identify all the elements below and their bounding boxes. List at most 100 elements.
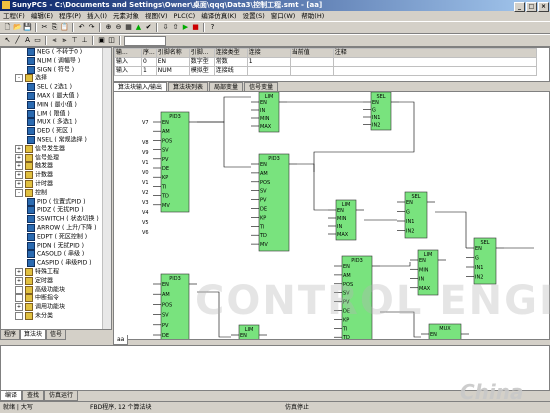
align-left-icon[interactable]: ⫷ [50,36,59,45]
tree-item[interactable]: + 定时器 [1,276,111,286]
pointer-icon[interactable]: ↖ [3,36,12,45]
expand-icon[interactable]: + [15,153,23,162]
tree-item[interactable]: 未分类 [1,311,111,321]
fbd-block-lim[interactable]: LIMENMININMAX [328,199,364,241]
cut-icon[interactable]: ✂ [40,23,49,32]
fbd-block-lim[interactable]: LIMENINMINMAX [251,92,287,133]
menu-elements[interactable]: 元素对象 [110,11,142,21]
tree-item[interactable]: LIM ( 限值 ) [1,109,111,119]
new-icon[interactable]: 🗋 [3,23,12,32]
menu-window[interactable]: 窗口(W) [268,11,299,21]
fbd-block-pid[interactable]: PID3ENAMPOSSVPVDEKPTITDMV [153,273,197,340]
expand-icon[interactable] [15,294,23,303]
pin-table[interactable]: 输... 序... 引脚名称 引脚... 连接类型 连接 当前值 注释 输入 0 E… [113,47,550,82]
tab-compile[interactable]: 编译 [0,391,23,401]
menu-help[interactable]: 帮助(H) [298,11,327,21]
col-header[interactable]: 序... [141,48,157,58]
menu-edit[interactable]: 编辑(E) [28,11,56,21]
col-header[interactable]: 连接类型 [213,48,248,58]
align-top-icon[interactable]: ⊤ [70,36,79,45]
table-row[interactable]: 输入 1 NUM 模拟型 连接线 [114,66,537,76]
expand-icon[interactable] [15,311,23,320]
var-icon[interactable]: ◫ [107,36,116,45]
tree-item[interactable]: CASOLD ( 串级 ) [1,250,111,259]
block-type-combo[interactable] [124,36,166,46]
fbd-block-sel[interactable]: SELENGIN1IN2 [363,92,399,131]
col-header[interactable]: 引脚... [188,48,215,58]
tree-item[interactable]: NSEL ( 常规选择 ) [1,135,111,145]
tree-item[interactable]: + 信号发生器 [1,144,111,154]
tree-item[interactable]: + 特殊工程 [1,267,111,277]
tree-item[interactable]: CASPID ( 串级PID ) [1,259,111,268]
expand-icon[interactable]: + [15,267,23,276]
undo-icon[interactable]: ↶ [77,23,86,32]
tree-item[interactable]: SIGN ( 符号 ) [1,65,111,75]
expand-icon[interactable]: + [15,144,23,153]
expand-icon[interactable]: + [15,162,23,171]
download-icon[interactable]: ⇩ [161,23,170,32]
tree-item[interactable]: SEL ( 2选1 ) [1,83,111,92]
tree-item[interactable]: + 触发器 [1,162,111,171]
help-icon[interactable]: ? [208,23,217,32]
tree-item[interactable]: 高级功能块 [1,285,111,295]
menu-program[interactable]: 程序(P) [56,11,84,21]
expand-icon[interactable]: + [15,171,23,180]
zoom-out-icon[interactable]: ⊖ [114,23,123,32]
tree-item[interactable]: - 选择 [1,74,111,83]
tree-item[interactable]: + 信号处理 [1,153,111,163]
tab-signals[interactable]: 信号 [46,330,67,340]
menu-plc[interactable]: PLC(C) [171,11,199,21]
fbd-block-pid[interactable]: PID3ENAMPOSSVPVDEKPTITDMV [251,153,297,252]
copy-icon[interactable]: ⎘ [50,23,59,32]
tree-item[interactable]: MUX ( 多选1 ) [1,118,111,127]
expand-icon[interactable]: - [15,188,23,197]
tree-item[interactable]: + 计时器 [1,179,111,189]
tree-item[interactable]: MAX ( 最大值 ) [1,91,111,101]
tree-scrollbar[interactable] [102,48,111,329]
wire-icon[interactable]: ╱ [13,36,22,45]
tree-item[interactable]: PID ( 位置式PID ) [1,197,111,207]
upload-icon[interactable]: ⇧ [171,23,180,32]
text-icon[interactable]: A [23,36,32,45]
menu-compile-sim[interactable]: 编译仿真(K) [198,11,239,21]
table-row[interactable]: 输入 0 EN 数字型 常数 1 [114,57,537,67]
tree-item[interactable]: - 控制 [1,188,111,198]
open-icon[interactable]: 📂 [13,23,22,32]
grid-icon[interactable]: ▦ [124,23,133,32]
tree-item[interactable]: NEG ( 不转于0 ) [1,48,111,57]
rect-icon[interactable]: ▭ [33,36,42,45]
redo-icon[interactable]: ↷ [87,23,96,32]
block-icon[interactable]: ▣ [97,36,106,45]
menu-view[interactable]: 视图(V) [142,11,171,21]
tree-item[interactable]: EDPT ( 死区控制 ) [1,232,111,242]
tab-program[interactable]: 程序 [0,330,21,340]
expand-icon[interactable]: + [15,276,23,285]
menu-settings[interactable]: 设置(S) [240,11,268,21]
align-right-icon[interactable]: ⫸ [60,36,69,45]
menu-project[interactable]: 工程(F) [0,11,28,21]
tree-item[interactable]: DED ( 死区 ) [1,127,111,136]
expand-icon[interactable]: + [15,179,23,188]
fbd-block-pid[interactable]: PID3ENAMPOSSVPVDEKPTITDMV [153,111,197,213]
library-tree[interactable]: NEG ( 不转于0 ) NLIM ( 调幅导 ) SIGN ( 符号 ) - 选择 SE… [0,47,112,330]
tree-item[interactable]: NLIM ( 调幅导 ) [1,56,111,66]
col-header[interactable]: 注释 [332,48,537,58]
col-header[interactable]: 当前值 [289,48,334,58]
paste-icon[interactable]: 📋 [60,23,69,32]
tab-blocks[interactable]: 算法块 [20,330,47,340]
col-header[interactable]: 连接 [246,48,291,58]
col-header[interactable]: 引脚名称 [155,48,190,58]
zoom-in-icon[interactable]: ⊕ [104,23,113,32]
stop-icon[interactable]: ■ [191,23,200,32]
expand-icon[interactable]: - [15,74,23,83]
compile-icon[interactable]: ▲ [134,23,143,32]
tree-item[interactable]: PIDZ ( 无扰PID ) [1,206,111,215]
tree-item[interactable]: 中断指令 [1,294,111,303]
check-icon[interactable]: ✔ [144,23,153,32]
col-header[interactable]: 输... [114,48,142,58]
tree-item[interactable]: + 调用功能块 [1,303,111,312]
save-icon[interactable]: 💾 [23,23,32,32]
tab-find[interactable]: 查找 [22,391,45,401]
expand-icon[interactable] [15,285,23,294]
tree-item[interactable]: + 计数器 [1,171,111,180]
